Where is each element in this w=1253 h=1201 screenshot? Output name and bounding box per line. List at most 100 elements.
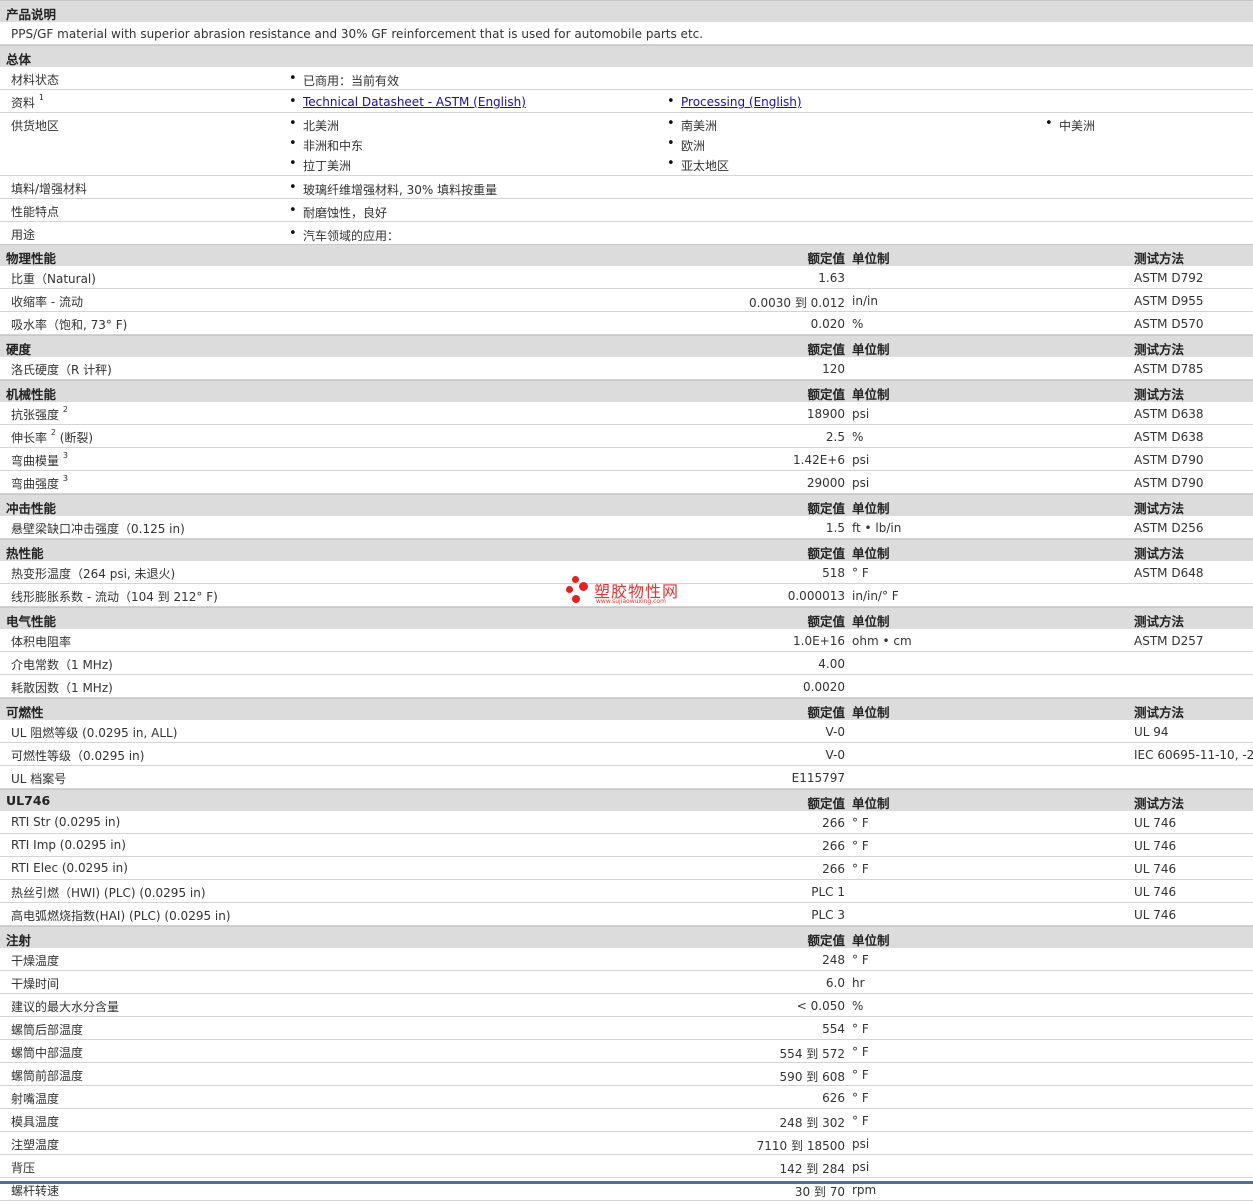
col-header-unit: 单位制 [852,933,890,948]
footnote-ref: 2 [62,405,68,414]
test-method: ASTM D257 [1134,634,1204,648]
property-value: 266 [822,862,845,876]
property-row: 介电常数（1 MHz) 4.00 [0,652,1253,675]
col-header-value: 额定值 [807,614,845,629]
property-row: 吸水率（饱和, 73° F) 0.020% ASTM D570 [0,312,1253,335]
property-row: 高电弧燃烧指数(HAI) (PLC) (0.0295 in) PLC 3 UL 74… [0,903,1253,926]
row-label: 材料状态 [11,73,60,87]
property-name: 耗散因数（1 MHz) [11,681,113,695]
test-method: ASTM D256 [1134,521,1204,535]
property-name: 收缩率 - 流动 [11,295,83,309]
row-label: 用途 [11,228,36,242]
property-value: 1.0E+16 [793,634,845,648]
property-name: 建议的最大水分含量 [11,1000,120,1014]
property-name: 热变形温度（264 psi, 未退火) [11,567,176,581]
region-item: 欧洲 [667,136,705,154]
property-name: 抗张强度 [11,408,60,422]
property-label: 吸水率（饱和, 73° F) [11,316,127,333]
region-item: 非洲和中东 [289,136,363,154]
property-unit: ° F [852,1091,869,1105]
property-label: 介电常数（1 MHz) [11,656,113,673]
section-header-product: 产品说明 [0,0,1253,22]
property-label: 高电弧燃烧指数(HAI) (PLC) (0.0295 in) [11,907,231,924]
property-value: 266 [822,839,845,853]
section-header: 电气性能 额定值 单位制 测试方法 [0,607,1253,629]
property-value: 120 [822,362,845,376]
property-unit: ° F [852,566,869,580]
property-unit: rpm [852,1183,877,1197]
property-value: < 0.050 [796,999,845,1013]
section-title: 电气性能 [6,614,57,629]
property-row: 弯曲模量 3 1.42E+6 psi ASTM D790 [0,448,1253,471]
property-label: 比重（Natural) [11,270,96,287]
footnote-ref: 3 [62,474,68,483]
col-header-value: 额定值 [807,796,845,811]
property-label: 建议的最大水分含量 [11,998,119,1015]
property-value: PLC 3 [811,908,845,922]
docs-footnote: 1 [38,93,44,102]
product-description: PPS/GF material with superior abrasion r… [11,27,704,41]
property-name: 体积电阻率 [11,635,72,649]
test-method: ASTM D790 [1134,453,1204,467]
property-name: 可燃性等级（0.0295 in) [11,749,145,763]
col-header-unit: 单位制 [852,546,890,561]
property-unit: ° F [852,862,869,876]
col-header-value: 额定值 [807,546,845,561]
processing-link[interactable]: Processing (English) [667,94,802,109]
test-method: ASTM D790 [1134,476,1204,490]
property-label: 抗张强度 2 [11,405,68,423]
property-name: 伸长率 [11,431,48,445]
property-unit: ° F [852,1022,869,1036]
logo-dot-icon [566,586,573,593]
property-unit: % [852,999,864,1013]
property-value: 6.0 [825,976,845,990]
col-header-method: 测试方法 [1134,387,1185,402]
property-unit: ° F [852,1045,869,1059]
property-value: 590 到 608 [779,1070,845,1084]
property-name: 洛氏硬度（R 计秤) [11,363,112,377]
col-header-unit: 单位制 [852,614,890,629]
property-label: 热变形温度（264 psi, 未退火) [11,565,175,582]
property-value: 248 [822,953,845,967]
technical-datasheet-link[interactable]: Technical Datasheet - ASTM (English) [289,94,526,109]
col-header-unit: 单位制 [852,796,890,811]
property-unit: ° F [852,839,869,853]
filler-row: 填料/增强材料 玻璃纤维增强材料, 30% 填料按重量 [0,176,1253,199]
region-item: 中美洲 [1045,116,1095,134]
test-method: UL 746 [1134,816,1177,830]
property-value: E115797 [791,771,845,785]
property-label: 干燥时间 [11,975,59,992]
test-method: IEC 60695-11-10, -20 [1134,748,1253,762]
property-name: 热丝引燃（HWI) (PLC) (0.0295 in) [11,886,206,900]
property-row: 抗张强度 2 18900 psi ASTM D638 [0,402,1253,425]
col-header-method: 测试方法 [1134,342,1185,357]
property-value: 1.5 [825,521,845,535]
row-label: 资料 1 [11,93,44,111]
test-method: UL 746 [1134,839,1177,853]
test-method: ASTM D570 [1134,317,1204,331]
property-row: 洛氏硬度（R 计秤) 120 ASTM D785 [0,357,1253,380]
property-value: 518 [822,566,845,580]
test-method: UL 94 [1134,725,1169,739]
property-value: 1.63 [818,271,845,285]
col-header-method: 测试方法 [1134,501,1185,516]
property-label: 伸长率 2 (断裂) [11,428,93,446]
col-header-value: 额定值 [807,342,845,357]
section-title: 机械性能 [6,387,57,402]
property-row: UL 阻燃等级 (0.0295 in, ALL) V-0 UL 94 [0,720,1253,743]
property-value: 1.42E+6 [793,453,845,467]
property-unit: psi [852,407,870,421]
property-row: 干燥时间 6.0 hr [0,971,1253,994]
property-row: 耗散因数（1 MHz) 0.0020 [0,675,1253,698]
property-name: 射嘴温度 [11,1092,60,1106]
row-label: 供货地区 [11,119,60,133]
property-row: 干燥温度 248 ° F [0,948,1253,971]
col-header-unit: 单位制 [852,705,890,720]
filler-value: 玻璃纤维增强材料, 30% 填料按重量 [289,180,497,198]
property-name: 吸水率（饱和, 73° F) [11,318,128,332]
property-label: 弯曲强度 3 [11,474,68,492]
property-row: RTI Elec (0.0295 in) 266 ° F UL 746 [0,857,1253,880]
section-title: 可燃性 [6,705,44,720]
property-unit: psi [852,1137,870,1151]
property-label: 可燃性等级（0.0295 in) [11,747,144,764]
